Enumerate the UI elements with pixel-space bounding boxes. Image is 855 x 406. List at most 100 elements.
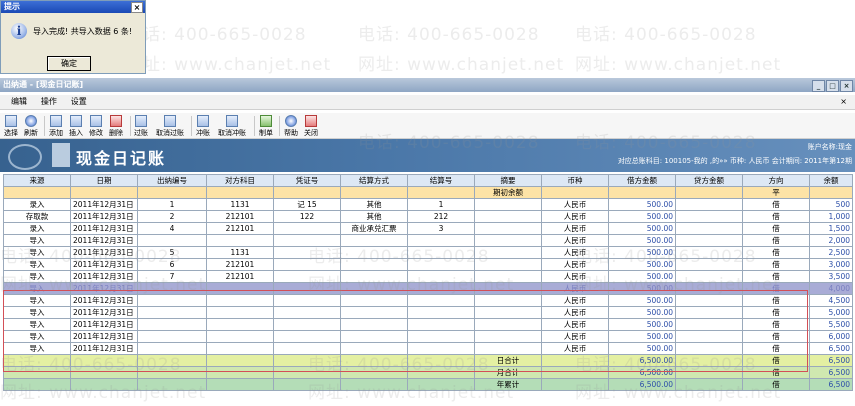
balance-cell[interactable]: 2,000 [809,234,853,247]
summary-cell[interactable] [474,270,542,283]
contra-account-cell[interactable] [206,330,274,343]
settlement-method-cell[interactable]: 其他 [340,210,408,223]
settlement-no-cell[interactable]: 212 [407,210,475,223]
date-cell[interactable]: 2011年12月31日 [70,246,138,259]
summary-cell[interactable]: 期初余额 [474,186,542,199]
date-cell[interactable]: 2011年12月31日 [70,318,138,331]
summary-cell[interactable] [474,222,542,235]
settlement-method-cell[interactable] [340,258,408,271]
currency-cell[interactable]: 人民币 [541,282,609,295]
summary-cell[interactable] [474,234,542,247]
direction-cell[interactable]: 借 [742,246,810,259]
total-row[interactable]: 年累计 6,500.00 借 6,500 [3,378,853,391]
settlement-method-cell[interactable] [340,246,408,259]
table-cell[interactable] [340,366,408,379]
source-cell[interactable]: 导入 [3,282,71,295]
direction-cell[interactable]: 借 [742,354,810,367]
date-cell[interactable]: 2011年12月31日 [70,282,138,295]
insert-button[interactable]: 插入 [69,115,83,138]
settlement-no-cell[interactable] [407,282,475,295]
currency-cell[interactable]: 人民币 [541,270,609,283]
summary-cell[interactable] [474,330,542,343]
table-row[interactable]: 导入 2011年12月31日 人民币 500.00 借 4,500 [3,294,853,307]
column-header[interactable]: 摘要 [474,174,542,187]
table-row[interactable]: 导入 2011年12月31日 人民币 500.00 借 6,000 [3,330,853,343]
direction-cell[interactable]: 借 [742,366,810,379]
currency-cell[interactable]: 人民币 [541,258,609,271]
source-cell[interactable]: 导入 [3,246,71,259]
table-row[interactable]: 导入 2011年12月31日 人民币 500.00 借 5,500 [3,318,853,331]
table-row[interactable]: 导入 2011年12月31日 人民币 500.00 借 2,000 [3,234,853,247]
contra-account-cell[interactable]: 212101 [206,258,274,271]
table-cell[interactable] [407,186,475,199]
table-cell[interactable] [675,378,743,391]
credit-cell[interactable] [675,258,743,271]
summary-cell[interactable]: 年累计 [474,378,542,391]
table-cell[interactable] [70,366,138,379]
table-cell[interactable] [608,186,676,199]
dialog-close-button[interactable]: × [131,2,143,13]
settlement-no-cell[interactable] [407,234,475,247]
debit-cell[interactable]: 500.00 [608,222,676,235]
table-row[interactable]: 导入 2011年12月31日 人民币 500.00 借 6,500 [3,342,853,355]
table-cell[interactable] [3,186,71,199]
voucher-cell[interactable] [273,258,341,271]
balance-cell[interactable]: 6,500 [809,354,853,367]
settlement-no-cell[interactable] [407,306,475,319]
settlement-method-cell[interactable] [340,270,408,283]
column-header[interactable]: 借方金额 [608,174,676,187]
column-header[interactable]: 对方科目 [206,174,274,187]
currency-cell[interactable]: 人民币 [541,234,609,247]
table-cell[interactable] [137,354,207,367]
post-button[interactable]: 过账 [134,115,148,138]
settlement-method-cell[interactable] [340,306,408,319]
direction-cell[interactable]: 借 [742,198,810,211]
source-cell[interactable]: 存取款 [3,210,71,223]
cashier-no-cell[interactable]: 1 [137,198,207,211]
cashier-no-cell[interactable] [137,234,207,247]
table-cell[interactable] [3,366,71,379]
date-cell[interactable]: 2011年12月31日 [70,222,138,235]
direction-cell[interactable]: 平 [742,186,810,199]
debit-cell[interactable]: 6,500.00 [608,378,676,391]
table-cell[interactable] [407,378,475,391]
settlement-method-cell[interactable] [340,294,408,307]
balance-cell[interactable]: 6,500 [809,378,853,391]
date-cell[interactable]: 2011年12月31日 [70,306,138,319]
table-row[interactable]: 导入 2011年12月31日 人民币 500.00 借 5,000 [3,306,853,319]
contra-account-cell[interactable] [206,318,274,331]
cancel-reverse-button[interactable]: 取消冲账 [218,115,246,138]
column-header[interactable]: 结算号 [407,174,475,187]
date-cell[interactable]: 2011年12月31日 [70,258,138,271]
summary-cell[interactable] [474,306,542,319]
settlement-no-cell[interactable]: 3 [407,222,475,235]
contra-account-cell[interactable]: 1131 [206,198,274,211]
table-cell[interactable] [70,186,138,199]
cashier-no-cell[interactable]: 7 [137,270,207,283]
contra-account-cell[interactable] [206,306,274,319]
debit-cell[interactable]: 500.00 [608,306,676,319]
cashier-no-cell[interactable] [137,294,207,307]
cashier-no-cell[interactable]: 4 [137,222,207,235]
voucher-cell[interactable] [273,282,341,295]
source-cell[interactable]: 导入 [3,342,71,355]
balance-cell[interactable]: 500 [809,198,853,211]
column-header[interactable]: 日期 [70,174,138,187]
date-cell[interactable]: 2011年12月31日 [70,210,138,223]
table-cell[interactable] [273,186,341,199]
currency-cell[interactable]: 人民币 [541,210,609,223]
source-cell[interactable]: 录入 [3,198,71,211]
minimize-button[interactable]: _ [812,80,825,92]
table-cell[interactable] [137,186,207,199]
direction-cell[interactable]: 借 [742,342,810,355]
contra-account-cell[interactable] [206,234,274,247]
currency-cell[interactable]: 人民币 [541,318,609,331]
direction-cell[interactable]: 借 [742,378,810,391]
cashier-no-cell[interactable] [137,282,207,295]
credit-cell[interactable] [675,318,743,331]
voucher-cell[interactable] [273,270,341,283]
cashier-no-cell[interactable] [137,318,207,331]
contra-account-cell[interactable] [206,282,274,295]
voucher-cell[interactable] [273,222,341,235]
balance-cell[interactable]: 6,500 [809,342,853,355]
